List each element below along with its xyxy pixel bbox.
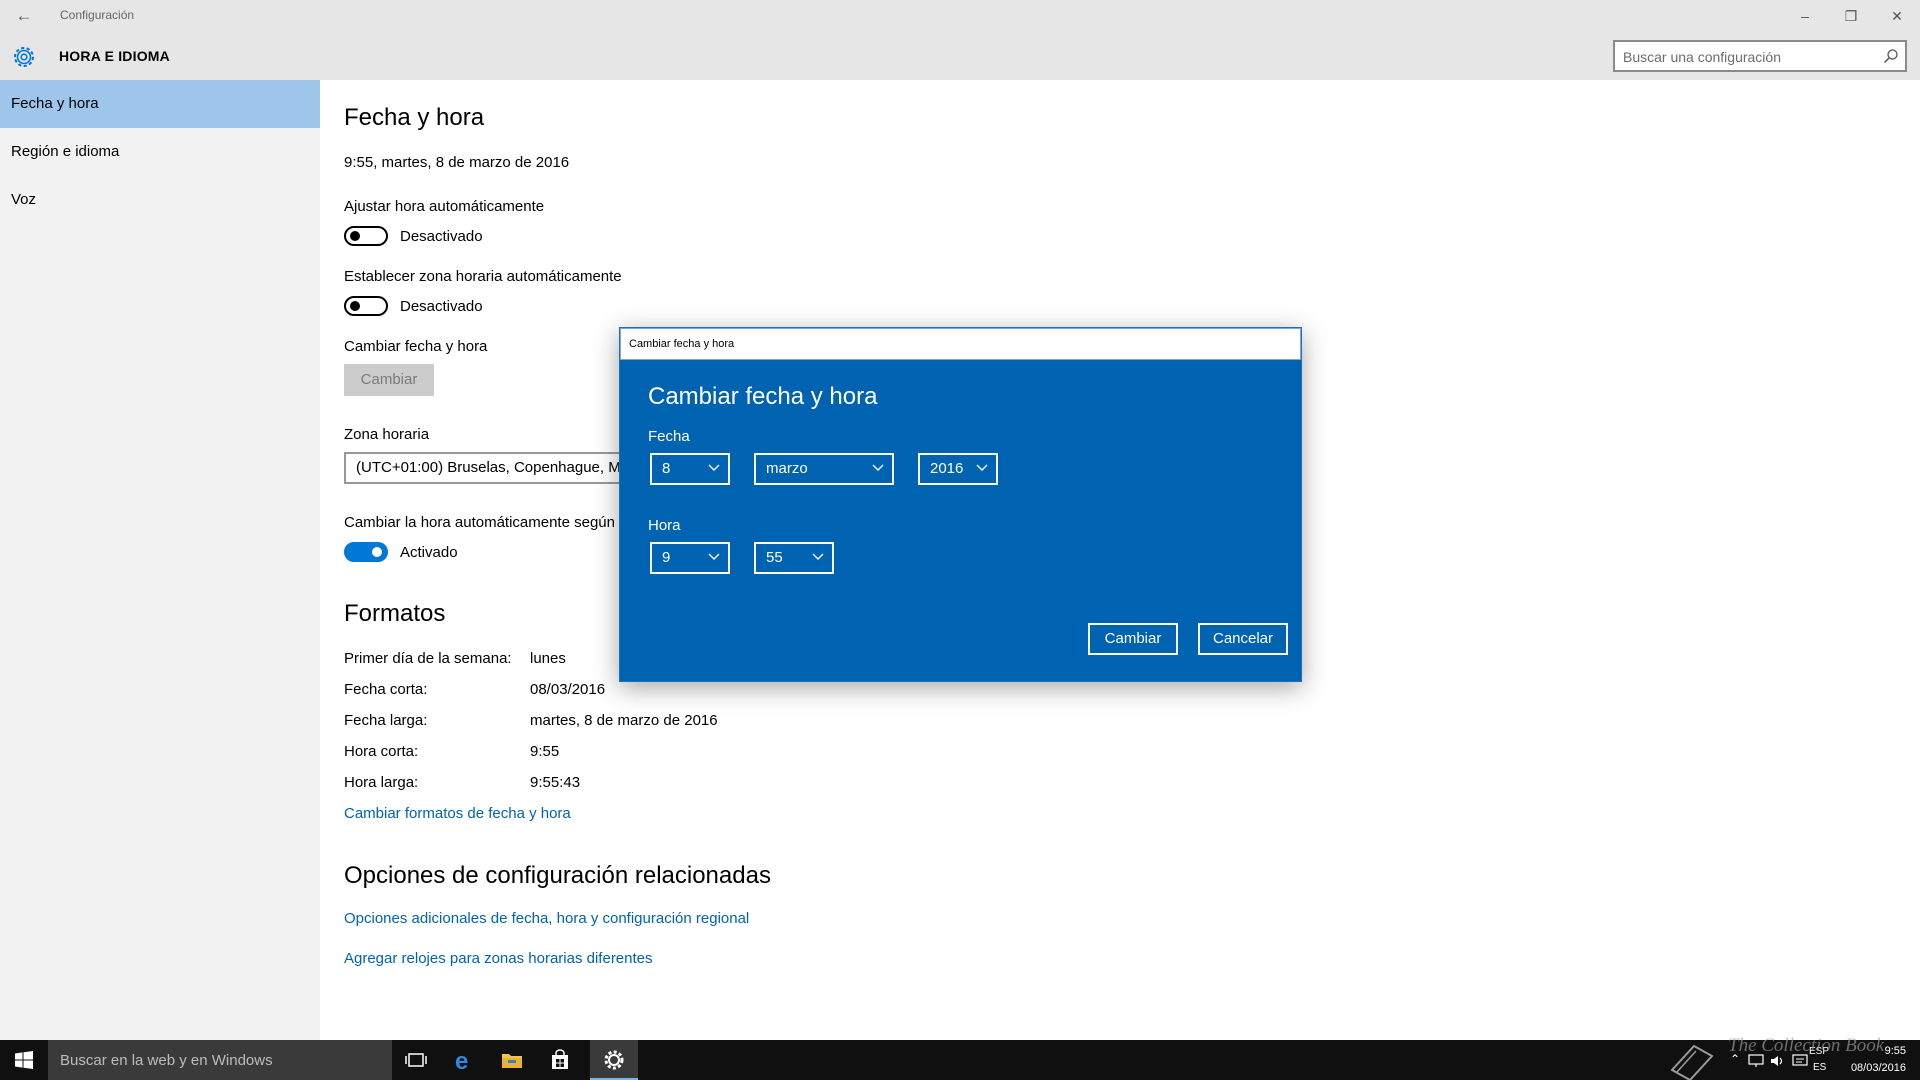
year-value: 2016 xyxy=(930,460,964,477)
store-icon xyxy=(552,1049,568,1069)
date-label: Fecha xyxy=(648,428,690,445)
related-settings-heading: Opciones de configuración relacionadas xyxy=(344,862,771,889)
hour-value: 9 xyxy=(662,549,671,566)
auto-time-label: Ajustar hora automáticamente xyxy=(344,198,545,215)
chevron-down-icon xyxy=(976,464,988,471)
change-formats-link[interactable]: Cambiar formatos de fecha y hora xyxy=(344,805,571,822)
chevron-down-icon xyxy=(708,553,720,560)
year-dropdown[interactable]: 2016 xyxy=(918,453,998,485)
sidebar: Fecha y hora Región e idioma Voz xyxy=(0,80,320,1040)
section-title: HORA E IDIOMA xyxy=(59,48,170,64)
settings-icon xyxy=(604,1050,624,1070)
formats-heading: Formatos xyxy=(344,600,446,627)
close-icon[interactable]: ✕ xyxy=(1874,0,1920,32)
format-label: Primer día de la semana: xyxy=(344,650,512,667)
window-title: Configuración xyxy=(60,8,135,22)
task-view-button[interactable] xyxy=(392,1040,440,1080)
current-datetime: 9:55, martes, 8 de marzo de 2016 xyxy=(344,154,570,171)
back-arrow-icon[interactable]: ← xyxy=(10,4,38,28)
svg-text:e: e xyxy=(455,1048,468,1072)
dialog-title-bar[interactable]: Cambiar fecha y hora xyxy=(620,328,1301,360)
file-explorer-icon xyxy=(502,1054,522,1068)
month-value: marzo xyxy=(766,460,808,477)
format-label: Hora corta: xyxy=(344,743,419,760)
dialog-change-button[interactable]: Cambiar xyxy=(1088,623,1178,655)
day-dropdown[interactable]: 8 xyxy=(650,453,730,485)
dst-toggle[interactable] xyxy=(344,542,388,562)
change-datetime-button[interactable]: Cambiar xyxy=(344,364,434,396)
watermark-text: The Collection Book xyxy=(1728,1035,1885,1056)
chevron-down-icon xyxy=(872,464,884,471)
page-title: Fecha y hora xyxy=(344,104,485,131)
minute-value: 55 xyxy=(766,549,783,566)
format-value: 9:55 xyxy=(530,743,560,760)
file-explorer-button[interactable] xyxy=(488,1040,536,1080)
clock-date: 08/03/2016 xyxy=(1850,1062,1906,1074)
sidebar-item-region-e-idioma[interactable]: Región e idioma xyxy=(0,128,320,176)
auto-time-toggle[interactable] xyxy=(344,226,388,246)
store-button[interactable] xyxy=(536,1040,584,1080)
auto-time-state: Desactivado xyxy=(400,228,483,245)
auto-timezone-toggle[interactable] xyxy=(344,296,388,316)
dialog-window-title: Cambiar fecha y hora xyxy=(629,338,735,350)
taskbar: e ⌃ xyxy=(0,1040,1920,1080)
dialog-cancel-button[interactable]: Cancelar xyxy=(1198,623,1288,655)
title-bar: ← Configuración – ❐ ✕ xyxy=(0,0,1920,32)
format-label: Fecha corta: xyxy=(344,681,428,698)
month-dropdown[interactable]: marzo xyxy=(754,453,894,485)
edge-button[interactable]: e xyxy=(440,1040,488,1080)
additional-regional-settings-link[interactable]: Opciones adicionales de fecha, hora y co… xyxy=(344,910,749,927)
toggle-knob xyxy=(350,301,360,311)
settings-taskbar-button[interactable] xyxy=(590,1040,638,1080)
auto-timezone-label: Establecer zona horaria automáticamente xyxy=(344,268,622,285)
restore-icon[interactable]: ❐ xyxy=(1828,0,1874,32)
sidebar-item-fecha-y-hora[interactable]: Fecha y hora xyxy=(0,80,320,128)
collection-book-logo xyxy=(1668,1040,1718,1080)
hour-dropdown[interactable]: 9 xyxy=(650,542,730,574)
format-value: lunes xyxy=(530,650,566,667)
toggle-knob xyxy=(350,231,360,241)
start-button[interactable] xyxy=(0,1040,48,1080)
taskbar-search-input[interactable] xyxy=(60,1050,380,1070)
dst-state: Activado xyxy=(400,544,458,561)
settings-search-box[interactable] xyxy=(1613,40,1907,72)
auto-timezone-state: Desactivado xyxy=(400,298,483,315)
change-datetime-label: Cambiar fecha y hora xyxy=(344,338,488,355)
sidebar-item-voz[interactable]: Voz xyxy=(0,176,320,224)
search-icon[interactable] xyxy=(1883,48,1899,64)
toggle-knob xyxy=(372,547,382,557)
taskbar-search-box[interactable] xyxy=(48,1040,392,1080)
lang-bottom: ES xyxy=(1813,1062,1827,1073)
change-datetime-dialog: Cambiar fecha y hora Cambiar fecha y hor… xyxy=(619,327,1302,682)
add-clocks-link[interactable]: Agregar relojes para zonas horarias dife… xyxy=(344,950,653,967)
dialog-heading: Cambiar fecha y hora xyxy=(648,383,878,410)
settings-search-input[interactable] xyxy=(1623,47,1873,67)
chevron-down-icon xyxy=(812,553,824,560)
task-view-icon xyxy=(405,1053,427,1067)
edge-icon: e xyxy=(455,1048,468,1072)
format-label: Fecha larga: xyxy=(344,712,428,729)
minimize-icon[interactable]: – xyxy=(1782,0,1828,32)
windows-logo-icon xyxy=(15,1051,33,1069)
gear-icon xyxy=(14,47,34,67)
book-icon xyxy=(1670,1044,1714,1080)
section-header: HORA E IDIOMA xyxy=(0,32,1920,80)
clock-time: 9:55 xyxy=(1884,1045,1906,1057)
format-label: Hora larga: xyxy=(344,774,419,791)
format-value: martes, 8 de marzo de 2016 xyxy=(530,712,718,729)
day-value: 8 xyxy=(662,460,671,477)
format-value: 08/03/2016 xyxy=(530,681,606,698)
chevron-down-icon xyxy=(708,464,720,471)
time-label: Hora xyxy=(648,517,681,534)
timezone-label: Zona horaria xyxy=(344,426,430,443)
format-value: 9:55:43 xyxy=(530,774,581,791)
minute-dropdown[interactable]: 55 xyxy=(754,542,834,574)
